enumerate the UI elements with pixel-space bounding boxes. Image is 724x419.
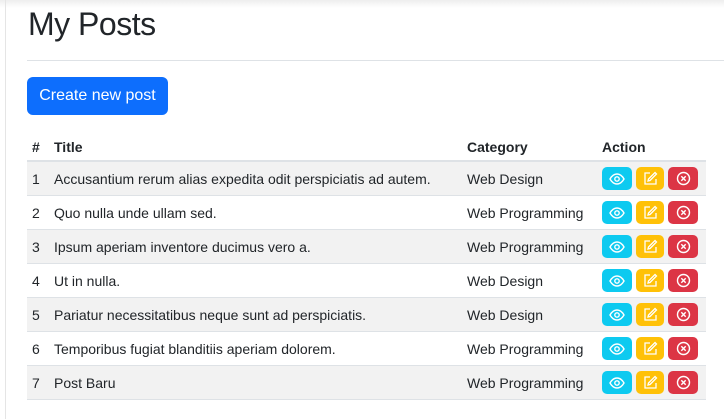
eye-icon <box>609 206 625 219</box>
row-title: Pariatur necessitatibus neque sunt ad pe… <box>49 297 462 332</box>
eye-icon <box>609 240 625 253</box>
view-button[interactable] <box>602 337 632 360</box>
table-header: # Title Category Action <box>27 134 706 162</box>
pencil-square-icon <box>643 341 658 356</box>
row-title: Ut in nulla. <box>49 263 462 298</box>
row-num: 1 <box>27 161 49 196</box>
table-row: 7 Post Baru Web Programming <box>27 365 706 400</box>
row-category: Web Design <box>462 161 597 196</box>
table-row: 2 Quo nulla unde ullam sed. Web Programm… <box>27 195 706 230</box>
edit-button[interactable] <box>636 167 664 190</box>
pencil-square-icon <box>643 239 658 254</box>
row-num: 3 <box>27 229 49 264</box>
x-circle-icon <box>676 375 691 390</box>
eye-icon <box>609 308 625 321</box>
table-row: 3 Ipsum aperiam inventore ducimus vero a… <box>27 229 706 264</box>
eye-icon <box>609 172 625 185</box>
row-num: 7 <box>27 365 49 400</box>
delete-button[interactable] <box>668 235 698 258</box>
view-button[interactable] <box>602 167 632 190</box>
eye-icon <box>609 376 625 389</box>
delete-button[interactable] <box>668 303 698 326</box>
delete-button[interactable] <box>668 371 698 394</box>
header-title: Title <box>49 134 462 162</box>
row-num: 6 <box>27 331 49 366</box>
view-button[interactable] <box>602 371 632 394</box>
sidebar-border <box>5 0 6 419</box>
create-post-button[interactable]: Create new post <box>27 77 168 115</box>
edit-button[interactable] <box>636 235 664 258</box>
row-category: Web Programming <box>462 229 597 264</box>
view-button[interactable] <box>602 201 632 224</box>
pencil-square-icon <box>643 205 658 220</box>
table-row: 1 Accusantium rerum alias expedita odit … <box>27 161 706 196</box>
row-actions <box>597 195 706 230</box>
pencil-square-icon <box>643 307 658 322</box>
table-row: 5 Pariatur necessitatibus neque sunt ad … <box>27 297 706 332</box>
row-num: 4 <box>27 263 49 298</box>
edit-button[interactable] <box>636 337 664 360</box>
header-num: # <box>27 134 49 162</box>
row-title: Ipsum aperiam inventore ducimus vero a. <box>49 229 462 264</box>
table-row: 4 Ut in nulla. Web Design <box>27 263 706 298</box>
row-num: 5 <box>27 297 49 332</box>
eye-icon <box>609 342 625 355</box>
row-title: Accusantium rerum alias expedita odit pe… <box>49 161 462 196</box>
row-actions <box>597 263 706 298</box>
row-category: Web Programming <box>462 365 597 400</box>
edit-button[interactable] <box>636 201 664 224</box>
x-circle-icon <box>676 273 691 288</box>
x-circle-icon <box>676 341 691 356</box>
eye-icon <box>609 274 625 287</box>
delete-button[interactable] <box>668 337 698 360</box>
delete-button[interactable] <box>668 269 698 292</box>
edit-button[interactable] <box>636 371 664 394</box>
posts-table: # Title Category Action 1 Accusantium re… <box>27 134 706 400</box>
pencil-square-icon <box>643 171 658 186</box>
delete-button[interactable] <box>668 167 698 190</box>
row-actions <box>597 229 706 264</box>
view-button[interactable] <box>602 303 632 326</box>
row-category: Web Programming <box>462 331 597 366</box>
view-button[interactable] <box>602 269 632 292</box>
pencil-square-icon <box>643 375 658 390</box>
row-title: Quo nulla unde ullam sed. <box>49 195 462 230</box>
row-actions <box>597 297 706 332</box>
header-action: Action <box>597 134 706 162</box>
row-category: Web Programming <box>462 195 597 230</box>
page-title: My Posts <box>28 6 156 42</box>
pencil-square-icon <box>643 273 658 288</box>
row-actions <box>597 365 706 400</box>
x-circle-icon <box>676 171 691 186</box>
row-category: Web Design <box>462 263 597 298</box>
edit-button[interactable] <box>636 303 664 326</box>
delete-button[interactable] <box>668 201 698 224</box>
row-title: Temporibus fugiat blanditiis aperiam dol… <box>49 331 462 366</box>
row-actions <box>597 331 706 366</box>
row-category: Web Design <box>462 297 597 332</box>
edit-button[interactable] <box>636 269 664 292</box>
x-circle-icon <box>676 205 691 220</box>
row-title: Post Baru <box>49 365 462 400</box>
table-row: 6 Temporibus fugiat blanditiis aperiam d… <box>27 331 706 366</box>
row-actions <box>597 161 706 196</box>
x-circle-icon <box>676 307 691 322</box>
header-category: Category <box>462 134 597 162</box>
view-button[interactable] <box>602 235 632 258</box>
x-circle-icon <box>676 239 691 254</box>
divider <box>27 60 724 61</box>
row-num: 2 <box>27 195 49 230</box>
